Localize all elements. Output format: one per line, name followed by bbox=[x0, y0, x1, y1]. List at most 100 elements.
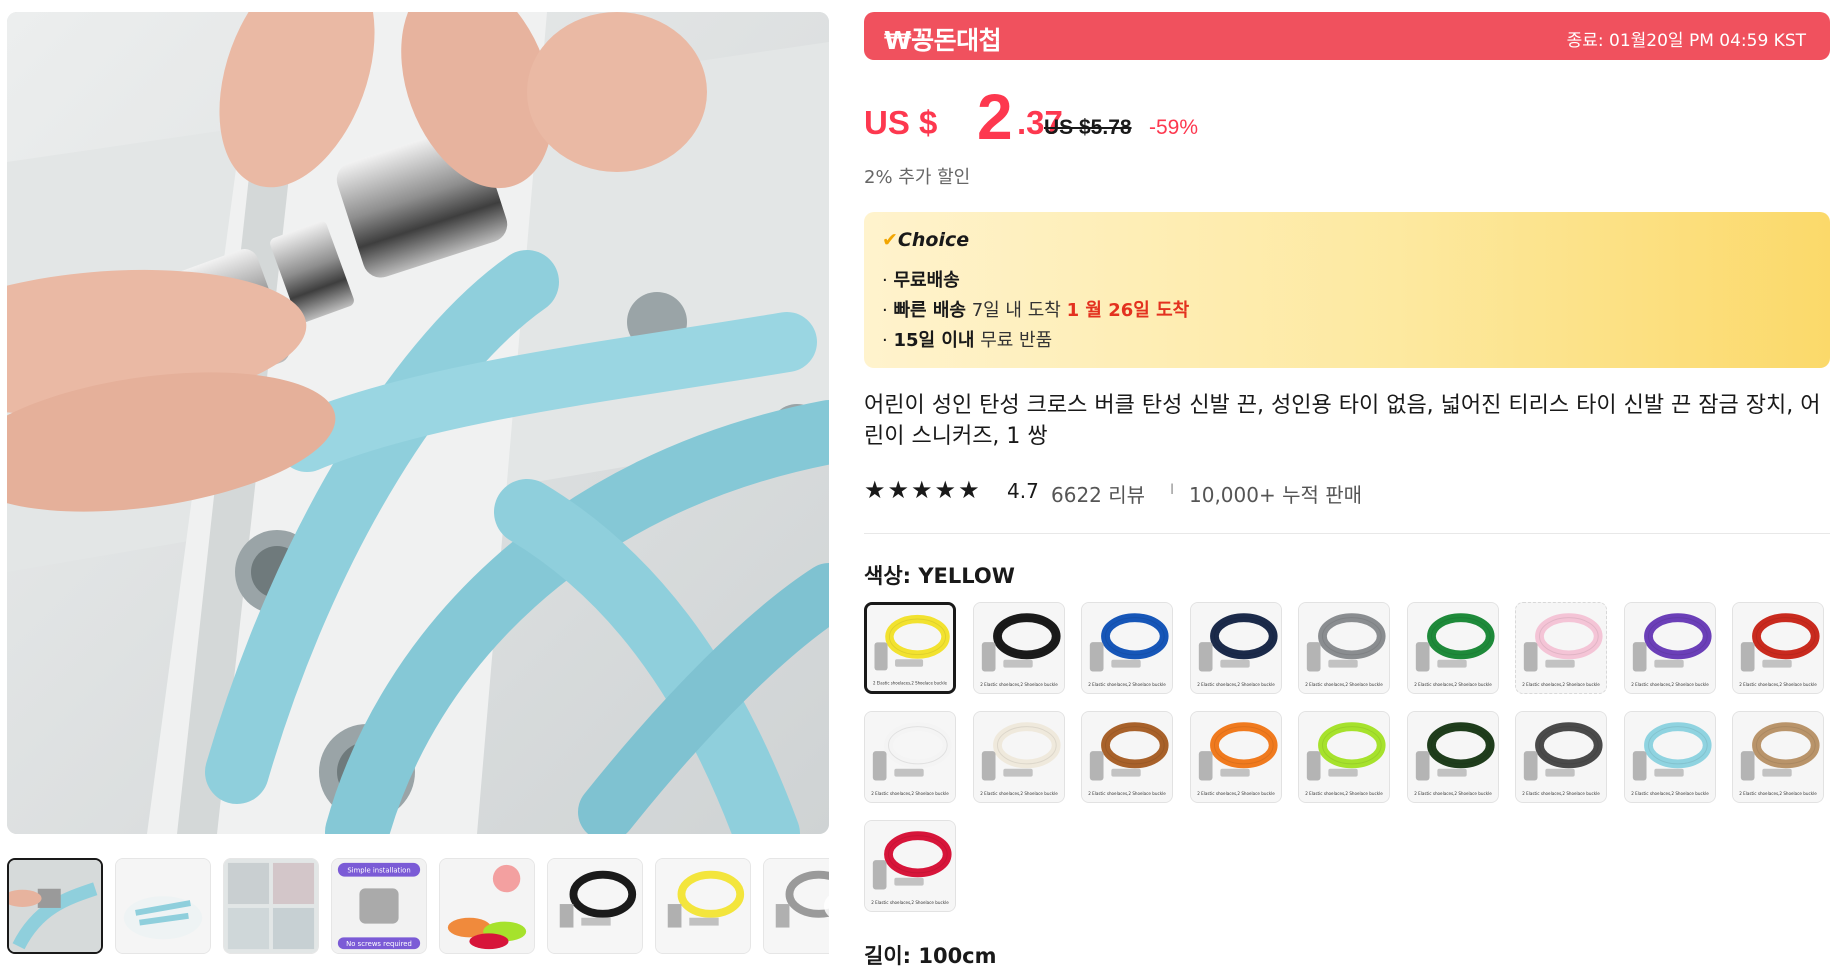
swatch-caption: 2 Elastic shoelaces,2 Shoelace buckle bbox=[1197, 791, 1275, 796]
color-swatch-purple[interactable]: 2 Elastic shoelaces,2 Shoelace buckle bbox=[1624, 602, 1716, 694]
swatch-caption: 2 Elastic shoelaces,2 Shoelace buckle bbox=[871, 791, 949, 796]
thumbnail-strip: Simple installation No screws required › bbox=[7, 858, 829, 954]
swatch-caption: 2 Elastic shoelaces,2 Shoelace buckle bbox=[1631, 791, 1709, 796]
star-half-icon: ★ bbox=[958, 476, 980, 504]
swatch-image: 2 Elastic shoelaces,2 Shoelace buckle bbox=[1625, 712, 1715, 802]
color-swatch-crimson[interactable]: 2 Elastic shoelaces,2 Shoelace buckle bbox=[864, 820, 956, 912]
color-swatch-blue[interactable]: 2 Elastic shoelaces,2 Shoelace buckle bbox=[1081, 602, 1173, 694]
swatch-caption: 2 Elastic shoelaces,2 Shoelace buckle bbox=[873, 680, 948, 685]
color-swatch-pink[interactable]: 2 Elastic shoelaces,2 Shoelace buckle bbox=[1515, 602, 1607, 694]
swatch-image: 2 Elastic shoelaces,2 Shoelace buckle bbox=[1516, 603, 1606, 693]
swatch-image: 2 Elastic shoelaces,2 Shoelace buckle bbox=[1625, 603, 1715, 693]
free-shipping-label: 무료배송 bbox=[893, 270, 960, 291]
price-currency: US $ bbox=[864, 104, 938, 141]
swatch-caption: 2 Elastic shoelaces,2 Shoelace buckle bbox=[1739, 682, 1817, 687]
return-text: 무료 반품 bbox=[980, 330, 1053, 351]
swatch-caption: 2 Elastic shoelaces,2 Shoelace buckle bbox=[980, 791, 1058, 796]
choice-benefits-box[interactable]: ✔Choice · 무료배송 · 빠른 배송 7일 내 도착 1 월 26일 도… bbox=[864, 212, 1830, 368]
fast-delivery-days: 7일 내 도착 bbox=[971, 300, 1061, 321]
sold-count: 10,000+ 누적 판매 bbox=[1189, 483, 1363, 507]
swatch-image: 2 Elastic shoelaces,2 Shoelace buckle bbox=[1082, 603, 1172, 693]
thumb-4-bottom-text: No screws required bbox=[346, 940, 412, 948]
swatch-caption: 2 Elastic shoelaces,2 Shoelace buckle bbox=[980, 682, 1058, 687]
color-selected-label: 색상: YELLOW bbox=[864, 564, 1015, 588]
fast-delivery-date: 1 월 26일 도착 bbox=[1066, 300, 1190, 321]
thumbnail-3[interactable] bbox=[223, 858, 319, 954]
thumbnail-4[interactable]: Simple installation No screws required bbox=[331, 858, 427, 954]
color-swatch-gray[interactable]: 2 Elastic shoelaces,2 Shoelace buckle bbox=[1298, 602, 1390, 694]
thumbnail-5[interactable] bbox=[439, 858, 535, 954]
swatch-image: 2 Elastic shoelaces,2 Shoelace buckle bbox=[1408, 712, 1498, 802]
promo-end-time: 종료: 01월20일 PM 04:59 KST bbox=[1566, 31, 1806, 51]
thumbnail-7[interactable] bbox=[655, 858, 751, 954]
swatch-caption: 2 Elastic shoelaces,2 Shoelace buckle bbox=[871, 900, 949, 905]
swatch-image: 2 Elastic shoelaces,2 Shoelace buckle bbox=[865, 712, 955, 802]
swatch-image: 2 Elastic shoelaces,2 Shoelace buckle bbox=[974, 603, 1064, 693]
swatch-image: 2 Elastic shoelaces,2 Shoelace buckle bbox=[1299, 712, 1389, 802]
thumbnail-2[interactable] bbox=[115, 858, 211, 954]
swatch-image: 2 Elastic shoelaces,2 Shoelace buckle bbox=[1191, 603, 1281, 693]
swatch-caption: 2 Elastic shoelaces,2 Shoelace buckle bbox=[1522, 791, 1600, 796]
color-swatch-grid: 2 Elastic shoelaces,2 Shoelace buckle 2 E… bbox=[864, 602, 1830, 912]
color-swatch-dark-green[interactable]: 2 Elastic shoelaces,2 Shoelace buckle bbox=[1407, 711, 1499, 803]
product-title: 어린이 성인 탄성 크로스 버클 탄성 신발 끈, 성인용 타이 없음, 넓어진… bbox=[864, 393, 1821, 449]
swatch-image: 2 Elastic shoelaces,2 Shoelace buckle bbox=[867, 605, 953, 691]
swatch-caption: 2 Elastic shoelaces,2 Shoelace buckle bbox=[1197, 682, 1275, 687]
color-swatch-navy[interactable]: 2 Elastic shoelaces,2 Shoelace buckle bbox=[1190, 602, 1282, 694]
review-count-link[interactable]: 6622 리뷰 bbox=[1051, 479, 1145, 508]
price-integer: 2 bbox=[977, 81, 1013, 153]
thumbnail-8[interactable]: › bbox=[763, 858, 829, 954]
color-swatch-black[interactable]: 2 Elastic shoelaces,2 Shoelace buckle bbox=[973, 602, 1065, 694]
swatch-image: 2 Elastic shoelaces,2 Shoelace buckle bbox=[1516, 712, 1606, 802]
swatch-caption: 2 Elastic shoelaces,2 Shoelace buckle bbox=[1088, 791, 1166, 796]
check-icon: ✔ bbox=[882, 229, 898, 251]
promo-banner: ₩꽁돈대첩 종료: 01월20일 PM 04:59 KST bbox=[864, 12, 1830, 60]
choice-badge: ✔Choice bbox=[882, 229, 969, 251]
color-swatch-khaki[interactable]: 2 Elastic shoelaces,2 Shoelace buckle bbox=[1732, 711, 1824, 803]
return-days-label: 15일 이내 bbox=[893, 330, 975, 351]
swatch-caption: 2 Elastic shoelaces,2 Shoelace buckle bbox=[1305, 791, 1383, 796]
color-swatch-orange[interactable]: 2 Elastic shoelaces,2 Shoelace buckle bbox=[1190, 711, 1282, 803]
thumbnail-1[interactable] bbox=[7, 858, 103, 954]
color-swatch-white[interactable]: 2 Elastic shoelaces,2 Shoelace buckle bbox=[864, 711, 956, 803]
swatch-image: 2 Elastic shoelaces,2 Shoelace buckle bbox=[1733, 603, 1823, 693]
thumb-4-top-text: Simple installation bbox=[347, 867, 410, 875]
swatch-caption: 2 Elastic shoelaces,2 Shoelace buckle bbox=[1305, 682, 1383, 687]
swatch-caption: 2 Elastic shoelaces,2 Shoelace buckle bbox=[1739, 791, 1817, 796]
swatch-image: 2 Elastic shoelaces,2 Shoelace buckle bbox=[1082, 712, 1172, 802]
swatch-image: 2 Elastic shoelaces,2 Shoelace buckle bbox=[1191, 712, 1281, 802]
rating-stars: ★★★★★ bbox=[864, 477, 982, 503]
star-icon: ★ bbox=[887, 476, 910, 504]
color-swatch-brown[interactable]: 2 Elastic shoelaces,2 Shoelace buckle bbox=[1081, 711, 1173, 803]
star-icon: ★ bbox=[864, 476, 886, 504]
swatch-caption: 2 Elastic shoelaces,2 Shoelace buckle bbox=[1414, 682, 1492, 687]
swatch-image: 2 Elastic shoelaces,2 Shoelace buckle bbox=[865, 821, 955, 911]
color-swatch-yellow[interactable]: 2 Elastic shoelaces,2 Shoelace buckle bbox=[864, 602, 956, 694]
swatch-image: 2 Elastic shoelaces,2 Shoelace buckle bbox=[1733, 712, 1823, 802]
main-product-image[interactable] bbox=[7, 12, 829, 834]
length-label: 길이: 100cm bbox=[864, 944, 997, 968]
color-swatch-beige[interactable]: 2 Elastic shoelaces,2 Shoelace buckle bbox=[973, 711, 1065, 803]
swatch-caption: 2 Elastic shoelaces,2 Shoelace buckle bbox=[1414, 791, 1492, 796]
extra-discount: 2% 추가 할인 bbox=[864, 167, 971, 188]
swatch-image: 2 Elastic shoelaces,2 Shoelace buckle bbox=[974, 712, 1064, 802]
choice-free-shipping: · 무료배송 bbox=[882, 270, 960, 291]
color-swatch-sky-blue[interactable]: 2 Elastic shoelaces,2 Shoelace buckle bbox=[1624, 711, 1716, 803]
swatch-caption: 2 Elastic shoelaces,2 Shoelace buckle bbox=[1522, 682, 1600, 687]
star-icon: ★ bbox=[911, 476, 933, 504]
choice-free-return: · 15일 이내 무료 반품 bbox=[882, 330, 1053, 351]
choice-fast-delivery: · 빠른 배송 7일 내 도착 1 월 26일 도착 bbox=[882, 300, 1190, 321]
swatch-image: 2 Elastic shoelaces,2 Shoelace buckle bbox=[1408, 603, 1498, 693]
choice-badge-label: Choice bbox=[897, 229, 970, 251]
rating-value: 4.7 bbox=[1007, 479, 1039, 503]
fast-delivery-label: 빠른 배송 bbox=[893, 300, 966, 321]
color-swatch-green[interactable]: 2 Elastic shoelaces,2 Shoelace buckle bbox=[1407, 602, 1499, 694]
swatch-caption: 2 Elastic shoelaces,2 Shoelace buckle bbox=[1088, 682, 1166, 687]
color-swatch-red[interactable]: 2 Elastic shoelaces,2 Shoelace buckle bbox=[1732, 602, 1824, 694]
discount-percent: -59% bbox=[1149, 116, 1199, 139]
color-swatch-lime[interactable]: 2 Elastic shoelaces,2 Shoelace buckle bbox=[1298, 711, 1390, 803]
thumbnail-6[interactable] bbox=[547, 858, 643, 954]
promo-logo: ₩꽁돈대첩 bbox=[884, 26, 1002, 55]
original-price: US $5.78 bbox=[1044, 116, 1132, 139]
color-swatch-dark-gray[interactable]: 2 Elastic shoelaces,2 Shoelace buckle bbox=[1515, 711, 1607, 803]
